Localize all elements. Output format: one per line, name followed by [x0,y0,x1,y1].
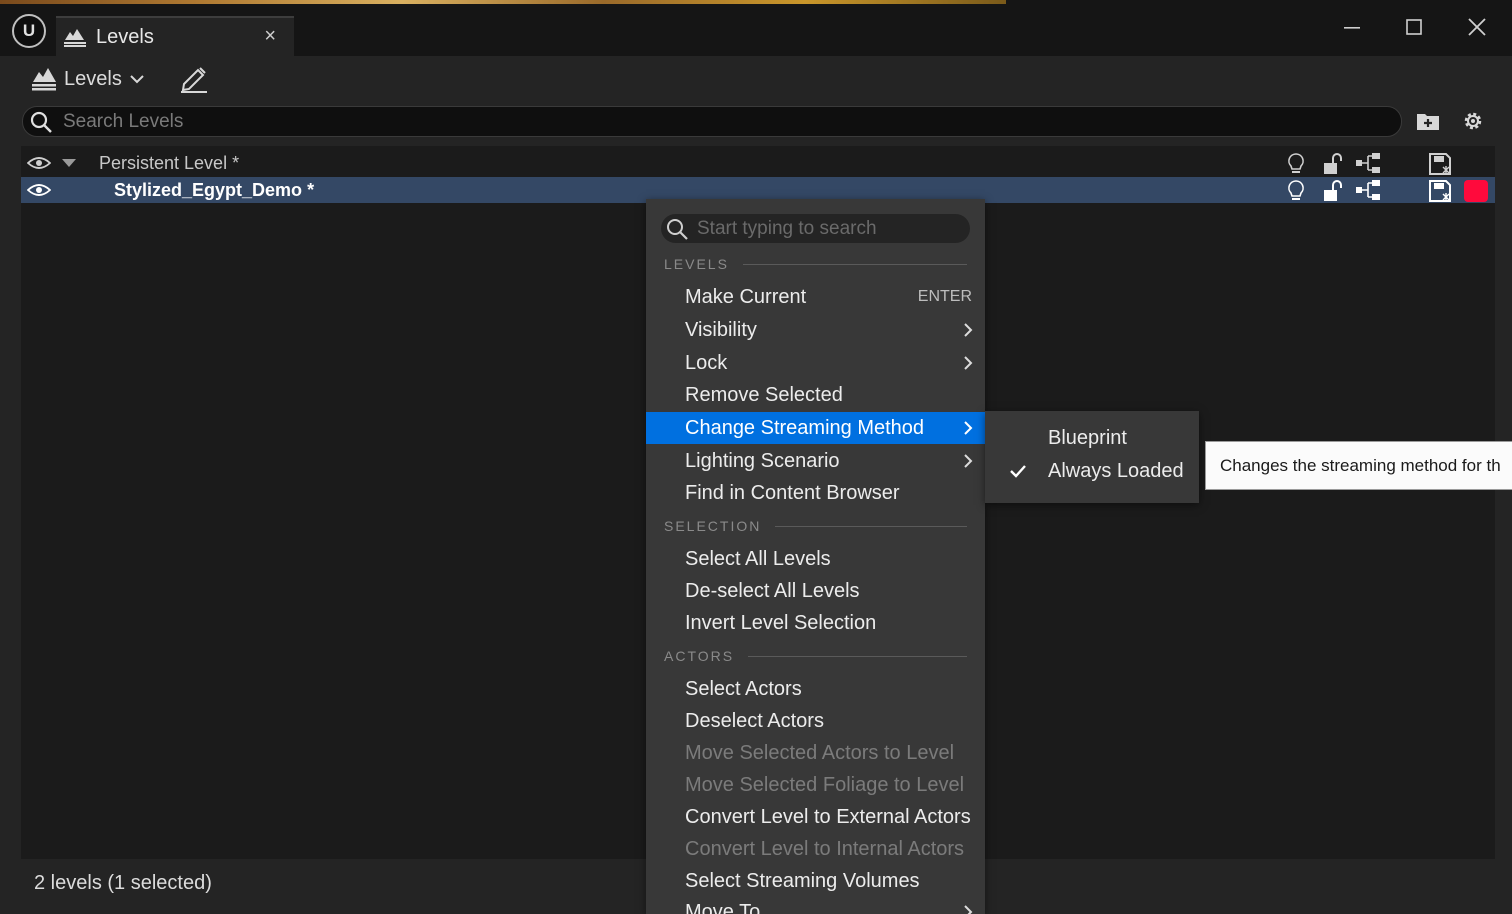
eye-icon[interactable] [27,155,51,171]
level-name: Persistent Level * [99,152,240,173]
menu-item-convert-to-external-actors[interactable]: Convert Level to External Actors [646,801,985,833]
level-color-swatch[interactable] [1464,180,1488,202]
maximize-icon [1406,19,1422,35]
submenu-item-blueprint[interactable]: Blueprint [985,422,1199,454]
menu-item-select-streaming-volumes[interactable]: Select Streaming Volumes [646,865,985,897]
section-header-actors: ACTORS [664,648,967,664]
menu-item-deselect-all-levels[interactable]: De-select All Levels [646,575,985,607]
chevron-down-icon [130,75,144,84]
menu-item-lock[interactable]: Lock [646,347,985,379]
search-icon [667,218,688,240]
minimize-icon [1344,27,1360,29]
maximize-button[interactable] [1394,10,1434,44]
hierarchy-icon[interactable] [1355,152,1383,174]
collapse-arrow-icon[interactable] [61,158,77,168]
menu-item-select-actors[interactable]: Select Actors [646,673,985,705]
chevron-right-icon [964,356,973,370]
menu-item-visibility[interactable]: Visibility [646,314,985,346]
level-row-persistent[interactable]: Persistent Level * [21,150,1495,176]
search-bar [22,106,1402,137]
lighting-bulb-icon[interactable] [1286,179,1306,203]
unreal-logo-icon[interactable]: U [12,14,46,48]
minimize-button[interactable] [1332,10,1372,44]
menu-item-select-all-levels[interactable]: Select All Levels [646,543,985,575]
menu-item-change-streaming-method[interactable]: Change Streaming Method [646,412,985,444]
shortcut-label: ENTER [917,288,972,305]
eye-icon[interactable] [27,182,51,198]
unlock-icon[interactable] [1321,179,1345,203]
submenu-item-always-loaded[interactable]: Always Loaded [985,455,1199,487]
add-folder-icon[interactable] [1416,110,1440,132]
checkmark-icon [1010,465,1026,478]
menu-item-find-in-content-browser[interactable]: Find in Content Browser [646,477,985,509]
level-name: Stylized_Egypt_Demo * [114,179,315,200]
menu-item-convert-to-internal-actors: Convert Level to Internal Actors [685,837,965,860]
levels-icon [64,29,86,47]
menu-search-box [661,214,970,243]
search-input[interactable] [61,109,1365,134]
chevron-right-icon [964,323,973,337]
tooltip-text: Changes the streaming method for th [1220,455,1501,475]
close-icon [1468,18,1486,36]
save-icon[interactable] [1428,152,1452,176]
lighting-bulb-icon[interactable] [1286,152,1306,176]
menu-item-lighting-scenario[interactable]: Lighting Scenario [646,445,985,477]
chevron-right-icon [964,421,973,435]
status-text: 2 levels (1 selected) [34,872,212,894]
menu-item-deselect-actors[interactable]: Deselect Actors [646,705,985,737]
tab-levels[interactable]: Levels × [56,16,294,56]
menu-item-remove-selected[interactable]: Remove Selected [646,379,985,411]
close-window-button[interactable] [1457,10,1497,44]
levels-dropdown-button[interactable]: Levels [30,62,144,96]
hierarchy-icon[interactable] [1355,179,1383,201]
menu-item-move-foliage-to-level: Move Selected Foliage to Level [685,773,965,796]
tab-title: Levels [96,25,154,48]
menu-item-move-to[interactable]: Move To [646,896,985,914]
section-header-selection: SELECTION [664,518,967,534]
edit-icon[interactable] [178,64,210,94]
save-icon[interactable] [1428,179,1452,203]
section-header-levels: LEVELS [664,256,967,272]
chevron-right-icon [964,454,973,468]
levels-icon [32,68,56,91]
tooltip: Changes the streaming method for th [1205,441,1512,490]
gear-icon[interactable] [1460,108,1486,134]
unlock-icon[interactable] [1321,152,1345,176]
streaming-method-submenu: Blueprint Always Loaded [985,411,1199,503]
levels-dropdown-label: Levels [64,67,122,90]
menu-item-invert-level-selection[interactable]: Invert Level Selection [646,607,985,639]
chevron-right-icon [964,905,973,914]
context-menu: LEVELS Make Current ENTER Visibility Loc… [646,199,985,914]
menu-item-move-actors-to-level: Move Selected Actors to Level [685,741,955,764]
menu-search-input[interactable] [695,216,959,241]
search-icon [30,111,52,133]
tab-close-icon[interactable]: × [264,25,276,48]
menu-item-make-current[interactable]: Make Current ENTER [646,281,985,313]
